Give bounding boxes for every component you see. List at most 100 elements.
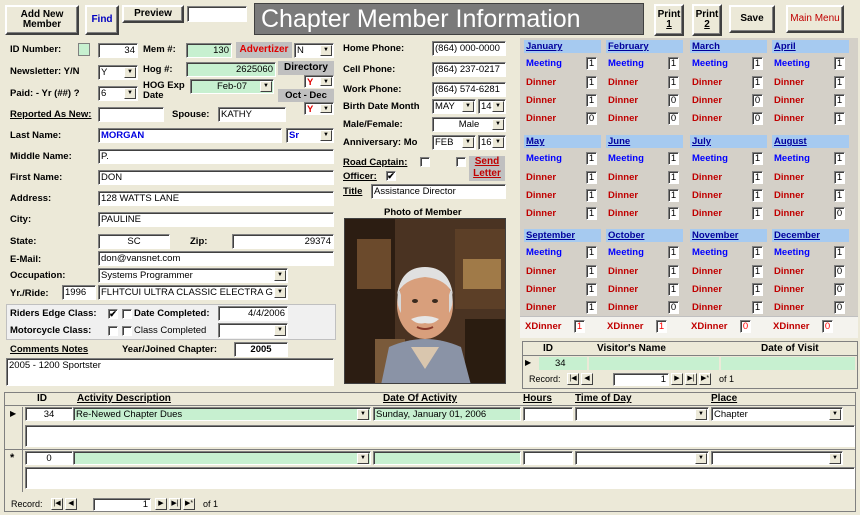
activity-row2-description[interactable]: ▼: [73, 451, 371, 465]
dinner-value[interactable]: 1: [834, 94, 845, 107]
chevron-down-icon[interactable]: ▼: [124, 67, 136, 78]
spouse-field[interactable]: KATHY: [218, 107, 286, 122]
main-menu-button[interactable]: Main Menu: [786, 5, 844, 33]
title-field[interactable]: Assistance Director: [371, 184, 506, 199]
row-selector[interactable]: ▶: [5, 407, 23, 455]
activity-row1-id[interactable]: 34: [25, 407, 73, 421]
chevron-down-icon[interactable]: ▼: [124, 88, 136, 99]
date-completed-field[interactable]: 4/4/2006: [218, 306, 288, 321]
chevron-down-icon[interactable]: ▼: [357, 409, 369, 420]
prev-record-icon[interactable]: ◀: [65, 498, 77, 510]
dinner-value[interactable]: 1: [834, 171, 845, 184]
meeting-value[interactable]: 1: [668, 152, 679, 165]
save-button[interactable]: Save: [729, 5, 775, 33]
comments-field[interactable]: 2005 - 1200 Sportster: [6, 358, 334, 386]
dinner-value[interactable]: 0: [586, 112, 597, 125]
dinner-value[interactable]: 1: [586, 301, 597, 314]
zip-field[interactable]: 29374: [232, 234, 334, 249]
first-name-field[interactable]: DON: [98, 170, 334, 185]
dinner-value[interactable]: 1: [834, 112, 845, 125]
chevron-down-icon[interactable]: ▼: [274, 287, 286, 298]
id-number-field[interactable]: 34: [98, 43, 138, 58]
preview-input[interactable]: [187, 6, 247, 22]
chevron-down-icon[interactable]: ▼: [320, 77, 332, 86]
dinner-value[interactable]: 1: [752, 265, 763, 278]
find-button[interactable]: Find: [85, 5, 119, 35]
dinner-value[interactable]: 0: [668, 94, 679, 107]
chevron-down-icon[interactable]: ▼: [260, 81, 272, 92]
dinner-value[interactable]: 0: [834, 265, 845, 278]
anniversary-month-select[interactable]: FEB ▼: [432, 135, 476, 150]
meeting-value[interactable]: 1: [586, 152, 597, 165]
chevron-down-icon[interactable]: ▼: [492, 101, 504, 112]
activity-record-number[interactable]: 1: [93, 498, 151, 511]
class-completed-checkbox[interactable]: [122, 326, 132, 336]
activity-row1-description[interactable]: Re-Newed Chapter Dues ▼: [73, 407, 371, 421]
dinner-value[interactable]: 1: [668, 171, 679, 184]
motorcycle-class-checkbox[interactable]: [108, 326, 118, 336]
dinner-value[interactable]: 1: [668, 283, 679, 296]
dinner-value[interactable]: 0: [834, 301, 845, 314]
print-1-button[interactable]: Print 1: [654, 4, 684, 36]
chevron-down-icon[interactable]: ▼: [695, 453, 707, 464]
meeting-value[interactable]: 1: [752, 57, 763, 70]
anniversary-day-select[interactable]: 16 ▼: [478, 135, 506, 150]
xdinner-value[interactable]: 1: [656, 320, 667, 333]
chevron-down-icon[interactable]: ▼: [320, 45, 332, 56]
dinner-value[interactable]: 1: [668, 265, 679, 278]
meeting-value[interactable]: 1: [668, 57, 679, 70]
oct-dec-select[interactable]: Y ▼: [304, 102, 334, 115]
meeting-value[interactable]: 1: [586, 57, 597, 70]
occupation-select[interactable]: Systems Programmer ▼: [98, 268, 288, 283]
visitors-record-number[interactable]: 1: [613, 373, 669, 386]
dinner-value[interactable]: 1: [586, 189, 597, 202]
gender-select[interactable]: Male ▼: [432, 117, 506, 132]
chevron-down-icon[interactable]: ▼: [274, 270, 286, 281]
dinner-value[interactable]: 1: [586, 76, 597, 89]
chevron-down-icon[interactable]: ▼: [829, 409, 841, 420]
meeting-value[interactable]: 1: [752, 152, 763, 165]
chevron-down-icon[interactable]: ▼: [695, 409, 707, 420]
chevron-down-icon[interactable]: ▼: [320, 130, 332, 141]
preview-button[interactable]: Preview: [122, 5, 184, 23]
birth-day-select[interactable]: 14 ▼: [478, 99, 506, 114]
paid-select[interactable]: 6 ▼: [98, 86, 138, 101]
dinner-value[interactable]: 1: [586, 283, 597, 296]
new-row-selector[interactable]: *: [5, 450, 23, 492]
meeting-value[interactable]: 1: [834, 152, 845, 165]
chevron-down-icon[interactable]: ▼: [357, 453, 369, 464]
activity-row2-notes[interactable]: [25, 467, 855, 489]
prev-record-icon[interactable]: ◀: [581, 373, 593, 385]
chevron-down-icon[interactable]: ▼: [320, 104, 332, 113]
ride-select[interactable]: FLHTCUI ULTRA CLASSIC ELECTRA G ▼: [98, 285, 288, 300]
dinner-value[interactable]: 0: [752, 112, 763, 125]
last-record-icon[interactable]: ▶|: [169, 498, 181, 510]
dinner-value[interactable]: 0: [834, 207, 845, 220]
chevron-down-icon[interactable]: ▼: [829, 453, 841, 464]
dinner-value[interactable]: 1: [668, 189, 679, 202]
new-record-icon[interactable]: ▶*: [699, 373, 711, 385]
activity-row2-time[interactable]: ▼: [575, 451, 709, 465]
suffix-select[interactable]: Sr ▼: [286, 128, 334, 143]
city-field[interactable]: PAULINE: [98, 212, 334, 227]
dinner-value[interactable]: 1: [668, 207, 679, 220]
add-new-member-button[interactable]: Add New Member: [5, 5, 79, 35]
mem-number-field[interactable]: 130: [186, 43, 232, 58]
dinner-value[interactable]: 1: [752, 283, 763, 296]
chevron-down-icon[interactable]: ▼: [462, 101, 474, 112]
date-completed-checkbox[interactable]: [122, 309, 132, 319]
class-completed-select[interactable]: ▼: [218, 323, 288, 338]
meeting-value[interactable]: 1: [834, 246, 845, 259]
dinner-value[interactable]: 1: [668, 76, 679, 89]
meeting-value[interactable]: 1: [586, 246, 597, 259]
meeting-value[interactable]: 1: [668, 246, 679, 259]
meeting-value[interactable]: 1: [752, 246, 763, 259]
dinner-value[interactable]: 0: [752, 94, 763, 107]
activity-row2-hours[interactable]: [523, 451, 573, 465]
activity-row1-time[interactable]: ▼: [575, 407, 709, 421]
first-record-icon[interactable]: |◀: [51, 498, 63, 510]
cell-phone-field[interactable]: (864) 237-0217: [432, 62, 506, 77]
chevron-down-icon[interactable]: ▼: [274, 325, 286, 336]
activity-row2-date[interactable]: [373, 451, 521, 465]
activity-row1-place[interactable]: Chapter ▼: [711, 407, 843, 421]
